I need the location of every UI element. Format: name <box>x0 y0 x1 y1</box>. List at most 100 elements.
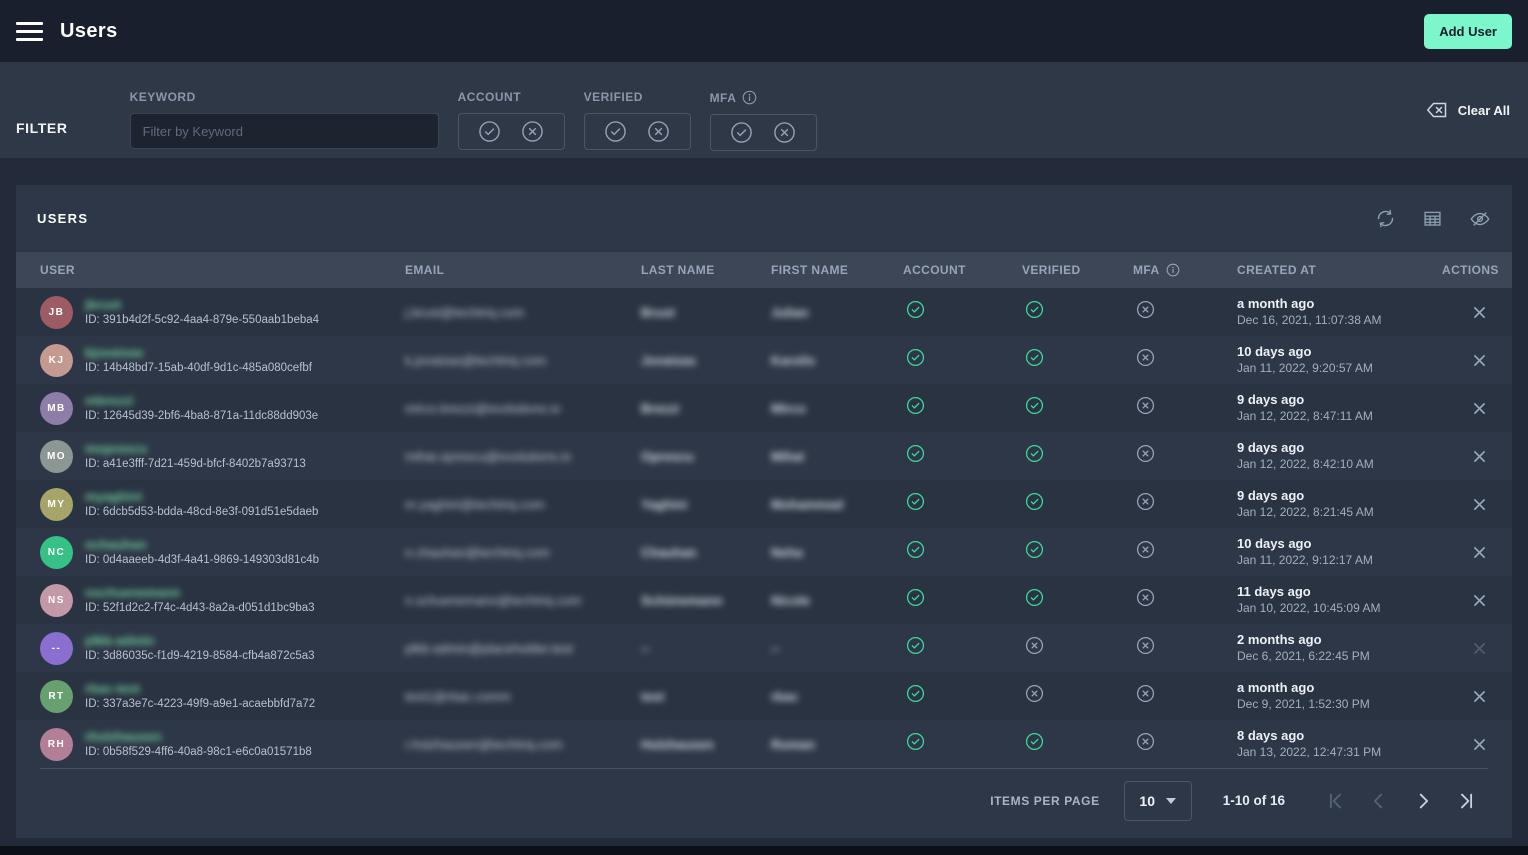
columns-button[interactable] <box>1422 208 1443 229</box>
user-cell: --plkb-adminID: 3d86035c-f1d9-4219-8584-… <box>40 632 405 665</box>
check-circle-icon <box>906 540 925 559</box>
actions-cell <box>1442 352 1488 369</box>
delete-user-button[interactable] <box>1471 496 1488 513</box>
delete-user-button[interactable] <box>1471 688 1488 705</box>
email-cell: test1@rbac.comm <box>405 689 641 704</box>
delete-user-button[interactable] <box>1471 448 1488 465</box>
verified-filter-yes-button[interactable] <box>604 120 627 143</box>
column-header-email[interactable]: EMAIL <box>405 263 641 277</box>
column-header-user[interactable]: USER <box>40 263 405 277</box>
menu-icon[interactable] <box>16 22 43 41</box>
username-link[interactable]: kjovaisas <box>85 345 312 360</box>
last-name-cell: Yaghini <box>641 497 771 512</box>
last-name-cell: Jovaisas <box>641 353 771 368</box>
hide-columns-button[interactable] <box>1469 208 1491 230</box>
created-relative: 9 days ago <box>1237 488 1442 504</box>
check-circle-icon <box>1025 540 1044 559</box>
username-link[interactable]: moprescu <box>85 441 306 456</box>
mfa-status <box>1133 732 1237 756</box>
mfa-filter-no-button[interactable] <box>773 121 796 144</box>
column-header-first-name[interactable]: FIRST NAME <box>771 263 903 277</box>
username-link[interactable]: nschuenemann <box>85 585 315 600</box>
check-circle-icon <box>906 444 925 463</box>
table-grid-icon <box>1422 208 1443 229</box>
username-link[interactable]: jbrust <box>85 297 319 312</box>
email-cell: plkb-admin@placeholder.test <box>405 641 641 656</box>
email-cell: j.brust@techtriq.com <box>405 305 641 320</box>
keyword-input[interactable] <box>130 113 439 149</box>
cross-circle-icon <box>1136 444 1155 463</box>
verified-filter-no-button[interactable] <box>647 120 670 143</box>
column-header-account[interactable]: ACCOUNT <box>903 263 1022 277</box>
account-filter-yes-button[interactable] <box>478 120 501 143</box>
username-link[interactable]: rholzhausen <box>85 729 312 744</box>
user-cell: KJkjovaisasID: 14b48bd7-15ab-40df-9d1c-4… <box>40 344 405 377</box>
user-identity: rholzhausenID: 0b58f529-4ff6-40a8-98c1-e… <box>85 729 312 760</box>
column-header-verified[interactable]: VERIFIED <box>1022 263 1133 277</box>
created-date: Dec 9, 2021, 1:52:30 PM <box>1237 697 1442 712</box>
last-page-button[interactable] <box>1452 790 1482 812</box>
delete-user-button[interactable] <box>1471 352 1488 369</box>
username-link[interactable]: mbrezzi <box>85 393 318 408</box>
first-name-cell: Roman <box>771 737 903 752</box>
check-circle-icon <box>1025 348 1044 367</box>
filter-bar: FILTER KEYWORD ACCOUNT VERIFIED MFA Clea… <box>0 62 1528 158</box>
delete-user-button[interactable] <box>1471 592 1488 609</box>
check-circle-icon <box>906 588 925 607</box>
account-status <box>903 396 1022 420</box>
table-row: MBmbrezziID: 12645d39-2bf6-4ba8-871a-11d… <box>16 384 1512 432</box>
table-row: NSnschuenemannID: 52f1d2c2-f74c-4d43-8a2… <box>16 576 1512 624</box>
cross-circle-icon <box>1136 540 1155 559</box>
column-header-actions: ACTIONS <box>1442 263 1499 277</box>
delete-user-button[interactable] <box>1471 400 1488 417</box>
previous-page-button[interactable] <box>1364 790 1394 812</box>
delete-user-button[interactable] <box>1471 544 1488 561</box>
created-relative: 9 days ago <box>1237 440 1442 456</box>
last-page-icon <box>1456 790 1478 812</box>
account-status <box>903 732 1022 756</box>
first-page-button[interactable] <box>1320 790 1350 812</box>
cross-circle-icon <box>1136 588 1155 607</box>
add-user-button[interactable]: Add User <box>1424 14 1512 49</box>
delete-user-button[interactable] <box>1471 304 1488 321</box>
next-page-button[interactable] <box>1408 790 1438 812</box>
pagination-controls <box>1320 790 1482 812</box>
keyword-label: KEYWORD <box>130 90 439 104</box>
delete-user-button[interactable] <box>1471 736 1488 753</box>
user-cell: JBjbrustID: 391b4d2f-5c92-4aa4-879e-550a… <box>40 296 405 329</box>
username-link[interactable]: rbac-test <box>85 681 315 696</box>
mfa-filter-yes-button[interactable] <box>730 121 753 144</box>
column-header-last-name[interactable]: LAST NAME <box>641 263 771 277</box>
delete-icon <box>1471 496 1488 513</box>
verified-status <box>1022 492 1133 516</box>
refresh-button[interactable] <box>1375 208 1396 229</box>
chevron-right-icon <box>1412 790 1434 812</box>
column-header-mfa[interactable]: MFA <box>1133 263 1237 277</box>
clear-all-button[interactable]: Clear All <box>1425 98 1510 122</box>
created-at-cell: 2 months agoDec 6, 2021, 6:22:45 PM <box>1237 632 1442 664</box>
items-per-page-select[interactable]: 10 <box>1124 781 1192 821</box>
page-bottom-strip <box>0 846 1528 855</box>
last-name-cell: test <box>641 689 771 704</box>
first-name-cell: -- <box>771 641 903 656</box>
created-relative: 11 days ago <box>1237 584 1442 600</box>
created-date: Jan 10, 2022, 10:45:09 AM <box>1237 601 1442 616</box>
username-link[interactable]: myaghini <box>85 489 318 504</box>
username-link[interactable]: plkb-admin <box>85 633 315 648</box>
cross-circle-icon <box>1136 492 1155 511</box>
user-identity: nschuenemannID: 52f1d2c2-f74c-4d43-8a2a-… <box>85 585 315 616</box>
last-name-cell: Brezzi <box>641 401 771 416</box>
mfa-filter-label-text: MFA <box>710 91 737 105</box>
user-cell: MOmoprescuID: a41e3fff-7d21-459d-bfcf-84… <box>40 440 405 473</box>
verified-status <box>1022 348 1133 372</box>
created-at-cell: 10 days agoJan 11, 2022, 9:20:57 AM <box>1237 344 1442 376</box>
created-date: Dec 16, 2021, 11:07:38 AM <box>1237 313 1442 328</box>
email-cell: mirco.brezzi@evolutions.io <box>405 401 641 416</box>
user-identity: nchauhanID: 0d4aaeeb-4d3f-4a41-9869-1493… <box>85 537 319 568</box>
last-name-cell: Schünemann <box>641 593 771 608</box>
created-date: Dec 6, 2021, 6:22:45 PM <box>1237 649 1442 664</box>
column-header-created-at[interactable]: CREATED AT <box>1237 263 1442 277</box>
account-filter-no-button[interactable] <box>521 120 544 143</box>
username-link[interactable]: nchauhan <box>85 537 319 552</box>
last-name-cell: Chauhan <box>641 545 771 560</box>
